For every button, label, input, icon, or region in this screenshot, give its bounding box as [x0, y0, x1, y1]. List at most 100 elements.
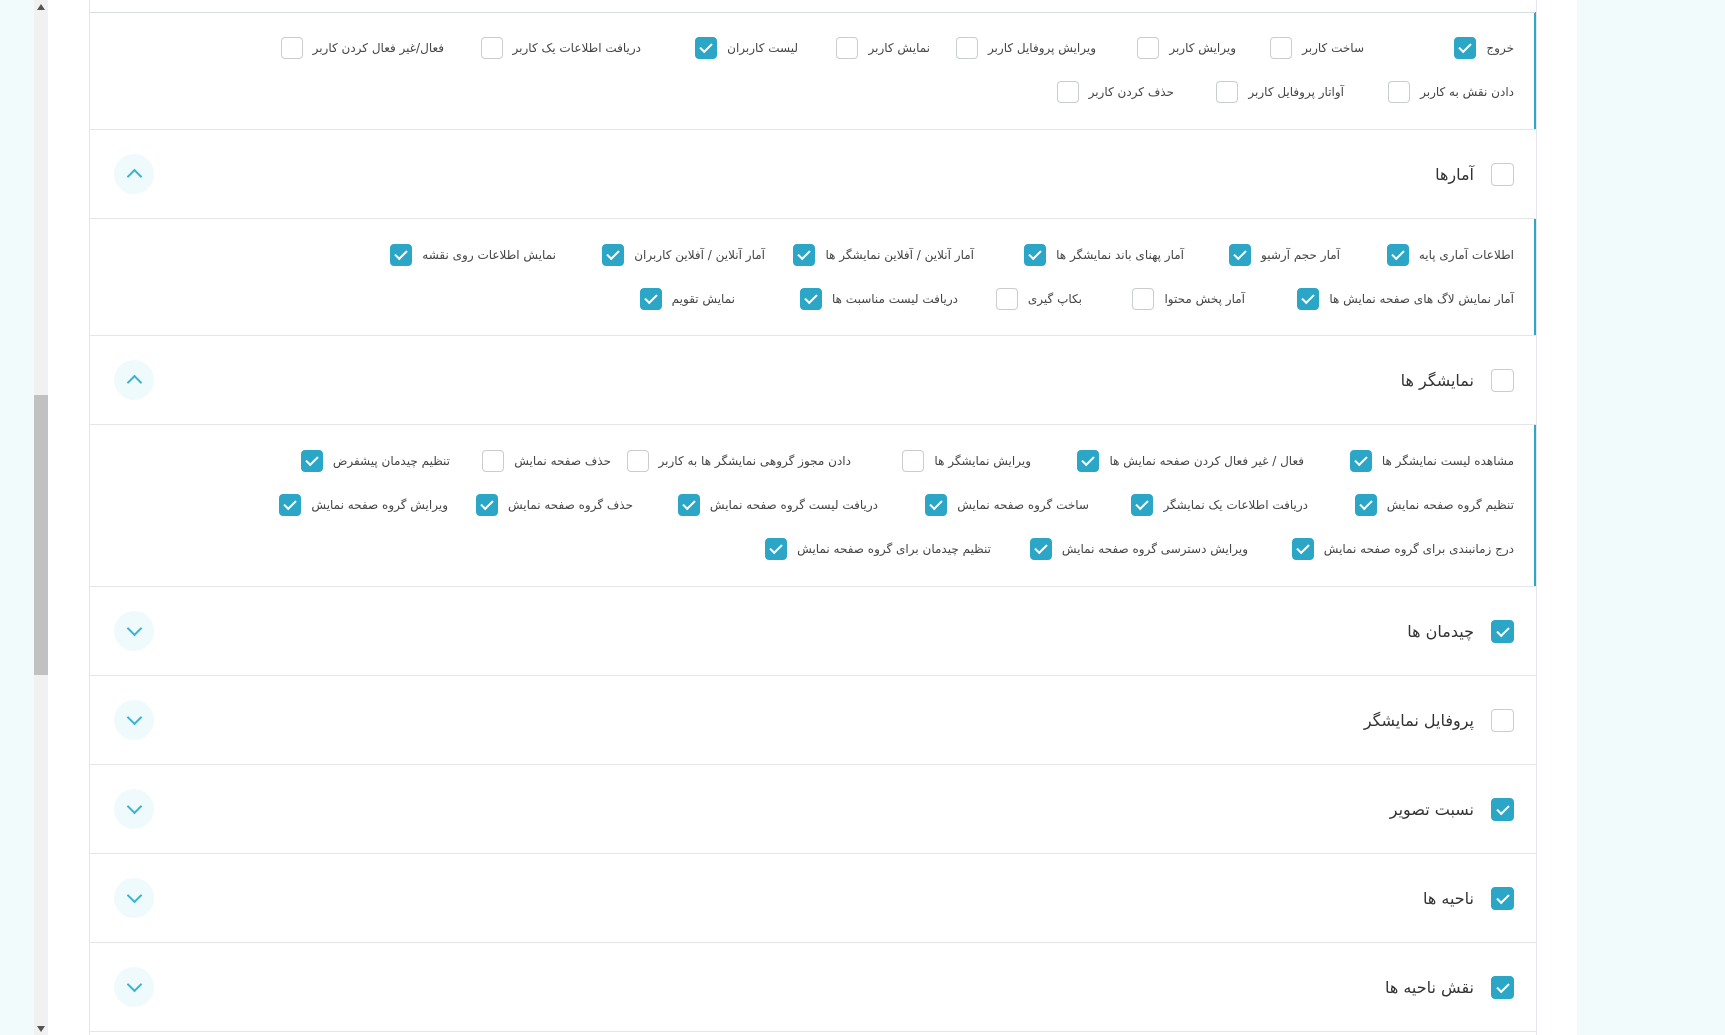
permission-item[interactable]: لیست کاربران — [695, 33, 798, 63]
permission-checkbox[interactable] — [280, 37, 303, 59]
section-regions[interactable]: ناحیه ها — [90, 854, 1536, 943]
section-display-profile[interactable]: پروفایل نمایشگر — [90, 676, 1536, 765]
permission-checkbox[interactable] — [1056, 81, 1079, 103]
permission-checkbox[interactable] — [475, 494, 498, 516]
permission-item[interactable]: دریافت اطلاعات یک کاربر — [480, 33, 641, 63]
permission-item[interactable]: فعال/غیر فعال کردن کاربر — [280, 33, 444, 63]
permission-checkbox[interactable] — [1029, 538, 1052, 560]
permission-item[interactable]: خروج — [1454, 33, 1514, 63]
permission-checkbox[interactable] — [279, 494, 302, 516]
permission-item[interactable]: ویرایش نمایشگر ها — [902, 446, 1031, 476]
permission-item[interactable]: حذف صفحه نمایش — [482, 446, 611, 476]
permission-checkbox[interactable] — [902, 450, 925, 472]
section-aspect-ratio[interactable]: نسبت تصویر — [90, 765, 1536, 854]
permission-item[interactable]: درج زمانبندی برای گروه صفحه نمایش — [1291, 534, 1514, 564]
permission-checkbox[interactable] — [1297, 288, 1320, 310]
permission-item[interactable]: دادن مجوز گروهی نمایشگر ها به کاربر — [626, 446, 851, 476]
section-checkbox[interactable] — [1491, 163, 1514, 186]
permission-item[interactable]: تنظیم چیدمان برای گروه صفحه نمایش — [765, 534, 991, 564]
permission-checkbox[interactable] — [995, 288, 1018, 310]
permission-item[interactable]: ویرایش گروه صفحه نمایش — [279, 490, 448, 520]
permission-item[interactable]: آمار پخش محتوا — [1132, 284, 1245, 314]
permission-item[interactable]: ویرایش پروفایل کاربر — [955, 33, 1096, 63]
permission-item[interactable]: آمار آنلاین / آفلاین نمایشگر ها — [793, 240, 974, 270]
permission-item[interactable]: ویرایش کاربر — [1137, 33, 1236, 63]
permission-checkbox[interactable] — [1077, 450, 1100, 472]
permission-item[interactable]: دریافت اطلاعات یک نمایشگر — [1131, 490, 1308, 520]
permission-item[interactable]: تنظیم گروه صفحه نمایش — [1354, 490, 1514, 520]
permission-item[interactable]: ساخت گروه صفحه نمایش — [925, 490, 1089, 520]
permission-checkbox[interactable] — [677, 494, 700, 516]
permission-label: دریافت اطلاعات یک کاربر — [512, 41, 641, 55]
permission-item[interactable]: نمایش تقویم — [639, 284, 735, 314]
permission-checkbox[interactable] — [836, 37, 859, 59]
permission-item[interactable]: آمار پهنای باند نمایشگر ها — [1024, 240, 1184, 270]
permission-checkbox[interactable] — [1291, 538, 1314, 560]
permission-checkbox[interactable] — [480, 37, 503, 59]
permission-checkbox[interactable] — [1229, 244, 1251, 266]
permission-item[interactable]: حذف گروه صفحه نمایش — [475, 490, 633, 520]
permission-item[interactable]: حذف کردن کاربر — [1056, 77, 1174, 107]
expand-toggle-button[interactable] — [114, 611, 154, 651]
permission-checkbox[interactable] — [1131, 494, 1154, 516]
permission-item[interactable]: دریافت لیست مناسبت ها — [799, 284, 958, 314]
permission-item[interactable]: ساخت کاربر — [1270, 33, 1364, 63]
permission-item[interactable]: آمار آنلاین / آفلاین کاربران — [602, 240, 765, 270]
permission-item[interactable]: نمایش کاربر — [836, 33, 930, 63]
permission-checkbox[interactable] — [695, 37, 718, 59]
section-displays[interactable]: نمایشگر ها — [90, 336, 1536, 425]
permission-checkbox[interactable] — [765, 538, 788, 560]
permission-checkbox[interactable] — [602, 244, 625, 266]
permission-checkbox[interactable] — [1270, 37, 1293, 59]
expand-toggle-button[interactable] — [114, 967, 154, 1007]
permission-item[interactable]: دریافت لیست گروه صفحه نمایش — [677, 490, 878, 520]
permission-item[interactable]: مشاهده لیست نمایشگر ها — [1349, 446, 1514, 476]
permission-checkbox[interactable] — [925, 494, 948, 516]
section-checkbox[interactable] — [1491, 887, 1514, 910]
section-checkbox[interactable] — [1491, 369, 1514, 392]
permission-item[interactable]: تنظیم چیدمان پیشفرض — [300, 446, 450, 476]
section-checkbox[interactable] — [1491, 620, 1514, 643]
permission-checkbox[interactable] — [639, 288, 662, 310]
section-layouts[interactable]: چیدمان ها — [90, 587, 1536, 676]
permission-item[interactable]: بکاپ گیری — [995, 284, 1082, 314]
permission-checkbox[interactable] — [1386, 244, 1409, 266]
permission-item[interactable]: اطلاعات آماری پایه — [1386, 240, 1514, 270]
permission-item[interactable]: ویرایش دسترسی گروه صفحه نمایش — [1029, 534, 1248, 564]
scroll-thumb[interactable] — [34, 395, 48, 675]
section-stats[interactable]: آمارها — [90, 130, 1536, 219]
permission-item[interactable]: آمار حجم آرشیو — [1229, 240, 1340, 270]
permission-checkbox[interactable] — [1454, 37, 1477, 59]
permission-checkbox[interactable] — [626, 450, 649, 472]
permission-checkbox[interactable] — [300, 450, 323, 472]
permission-checkbox[interactable] — [390, 244, 413, 266]
permission-checkbox[interactable] — [482, 450, 505, 472]
section-checkbox[interactable] — [1491, 798, 1514, 821]
permission-checkbox[interactable] — [955, 37, 978, 59]
permission-checkbox[interactable] — [1132, 288, 1155, 310]
scroll-down-arrow-icon[interactable] — [37, 1026, 45, 1032]
permission-checkbox[interactable] — [1137, 37, 1160, 59]
permission-item[interactable]: دادن نقش به کاربر — [1388, 77, 1514, 107]
section-checkbox[interactable] — [1491, 976, 1514, 999]
collapse-toggle-button[interactable] — [114, 154, 154, 194]
permission-item[interactable]: نمایش اطلاعات روی نقشه — [390, 240, 556, 270]
expand-toggle-button[interactable] — [114, 878, 154, 918]
permission-checkbox[interactable] — [1024, 244, 1047, 266]
collapse-toggle-button[interactable] — [114, 360, 154, 400]
permission-checkbox[interactable] — [1388, 81, 1411, 103]
vertical-scrollbar[interactable] — [34, 0, 48, 1035]
scroll-up-arrow-icon[interactable] — [37, 4, 45, 10]
permission-item[interactable]: فعال / غیر فعال کردن صفحه نمایش ها — [1077, 446, 1304, 476]
permission-item[interactable]: آواتار پروفایل کاربر — [1216, 77, 1344, 107]
section-checkbox[interactable] — [1491, 709, 1514, 732]
permission-checkbox[interactable] — [793, 244, 816, 266]
permission-checkbox[interactable] — [1216, 81, 1239, 103]
permission-checkbox[interactable] — [1349, 450, 1372, 472]
permission-checkbox[interactable] — [799, 288, 822, 310]
permission-checkbox[interactable] — [1354, 494, 1377, 516]
expand-toggle-button[interactable] — [114, 789, 154, 829]
expand-toggle-button[interactable] — [114, 700, 154, 740]
section-region-roles[interactable]: نقش ناحیه ها — [90, 943, 1536, 1032]
permission-item[interactable]: آمار نمایش لاگ های صفحه نمایش ها — [1297, 284, 1514, 314]
